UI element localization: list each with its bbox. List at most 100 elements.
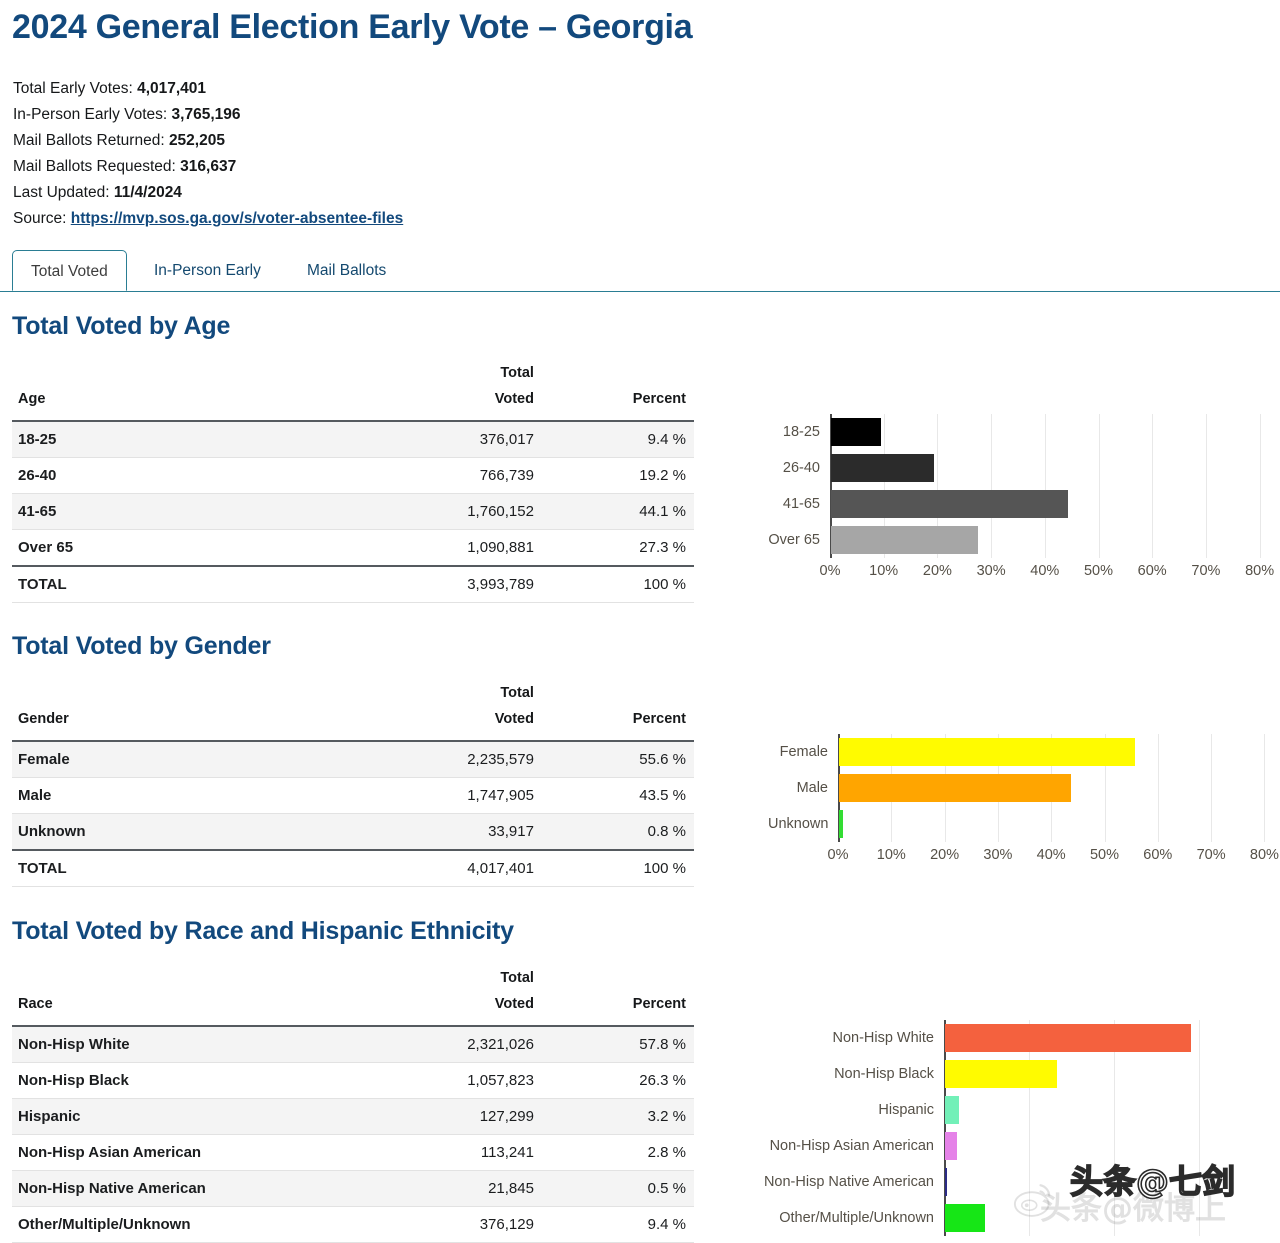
chart-tick-label: 40% [1015,563,1075,579]
row-voted: 127,299 [353,1099,544,1135]
row-voted: 33,917 [353,814,544,851]
row-label: Over 65 [12,530,353,567]
source-label: Source: [13,210,66,227]
chart-category-label: Hispanic [756,1100,934,1120]
row-label: Hispanic [12,1099,353,1135]
chart-bar [839,774,1071,802]
row-percent: 0.5 % [544,1171,694,1207]
race-chart-plot: Non-Hisp White Non-Hisp Black Hispanic Non-… [756,1014,1280,1231]
col-header-percent: Percent [544,963,694,1026]
chart-tick-label: 20% [907,563,967,579]
chart-gridline [991,414,992,558]
table-row: 18-25 376,017 9.4 % [12,421,694,458]
row-voted: 1,747,905 [353,778,544,814]
row-label: 26-40 [12,458,353,494]
row-percent: 3.2 % [544,1099,694,1135]
stat-value: 316,637 [180,158,236,175]
table-total-voted-by-race: Race Total Voted Percent Non-Hisp White … [12,963,694,1243]
chart-category-label: Unknown [768,814,828,834]
chart-category-label: Non-Hisp Native American [756,1172,934,1192]
chart-total-voted-by-age: 18-2526-4041-65Over 650%10%20%30%40%50%6… [760,408,1280,583]
table-row: 41-65 1,760,152 44.1 % [12,494,694,530]
col-header-age: Age [12,358,353,421]
row-label: Unknown [12,814,353,851]
chart-category-label: Non-Hisp Asian American [756,1136,934,1156]
col-header-percent: Percent [544,358,694,421]
summary-stats: Total Early Votes: 4,017,401 In-Person E… [13,76,403,232]
age-chart-plot: 18-2526-4041-65Over 650%10%20%30%40%50%6… [760,408,1280,583]
col-header-total-voted: Total Voted [353,963,544,1026]
chart-category-label: Non-Hisp White [756,1028,934,1048]
row-label: Non-Hisp Asian American [12,1135,353,1171]
table-row: Over 65 1,090,881 27.3 % [12,530,694,567]
table-total-row: TOTAL 3,993,789 100 % [12,566,694,603]
chart-bar [945,1204,985,1232]
row-percent: 0.8 % [544,814,694,851]
source-link[interactable]: https://mvp.sos.ga.gov/s/voter-absentee-… [71,210,403,227]
chart-bar [945,1168,947,1196]
chart-category-label: Other/Multiple/Unknown [756,1208,934,1228]
table-row: 26-40 766,739 19.2 % [12,458,694,494]
chart-gridline [1099,414,1100,558]
tab-bar: Total Voted In-Person Early Mail Ballots [0,250,1280,292]
table-row: Unknown 33,917 0.8 % [12,814,694,851]
table-header-row: Age Total Voted Percent [12,358,694,421]
stat-value: 3,765,196 [172,106,241,123]
total-label: TOTAL [12,566,353,603]
tab-mail-ballots[interactable]: Mail Ballots [289,250,404,291]
chart-tick-label: 10% [854,563,914,579]
row-voted: 1,057,823 [353,1063,544,1099]
stat-value: 4,017,401 [137,80,206,97]
stat-label: In-Person Early Votes: [13,106,167,123]
row-percent: 44.1 % [544,494,694,530]
stat-label: Mail Ballots Returned: [13,132,165,149]
chart-tick-label: 10% [861,847,921,863]
row-percent: 9.4 % [544,1207,694,1243]
table-header-row: Race Total Voted Percent [12,963,694,1026]
chart-bar [839,810,843,838]
stat-row: Mail Ballots Requested: 316,637 [13,154,403,180]
row-voted: 2,235,579 [353,741,544,778]
table-row: Hispanic 127,299 3.2 % [12,1099,694,1135]
table-row: Non-Hisp White 2,321,026 57.8 % [12,1026,694,1063]
row-label: Other/Multiple/Unknown [12,1207,353,1243]
chart-tick-label: 40% [1021,847,1081,863]
chart-tick-label: 60% [1122,563,1182,579]
chart-tick-label: 30% [961,563,1021,579]
table-row: Male 1,747,905 43.5 % [12,778,694,814]
stat-row: In-Person Early Votes: 3,765,196 [13,102,403,128]
chart-gridline [1199,1020,1200,1236]
table-total-voted-by-gender: Gender Total Voted Percent Female 2,235,… [12,678,694,887]
chart-category-label: 41-65 [760,494,820,514]
chart-gridline [1045,414,1046,558]
row-voted: 766,739 [353,458,544,494]
row-voted: 113,241 [353,1135,544,1171]
stat-label: Last Updated: [13,184,110,201]
table-total-row: TOTAL 4,017,401 100 % [12,850,694,887]
chart-tick-label: 0% [808,847,868,863]
table-row: Non-Hisp Native American 21,845 0.5 % [12,1171,694,1207]
row-voted: 2,321,026 [353,1026,544,1063]
tab-total-voted[interactable]: Total Voted [12,250,127,291]
stat-value: 11/4/2024 [114,184,182,201]
chart-category-label: Non-Hisp Black [756,1064,934,1084]
chart-total-voted-by-gender: FemaleMaleUnknown0%10%20%30%40%50%60%70%… [768,728,1280,866]
stat-label: Total Early Votes: [13,80,133,97]
heading-total-voted-by-race: Total Voted by Race and Hispanic Ethnici… [12,917,514,946]
tab-in-person-early[interactable]: In-Person Early [136,250,279,291]
chart-total-voted-by-race: Non-Hisp White Non-Hisp Black Hispanic Non-… [756,1014,1280,1231]
row-label: 41-65 [12,494,353,530]
chart-bar [945,1132,957,1160]
heading-total-voted-by-gender: Total Voted by Gender [12,632,271,661]
row-percent: 57.8 % [544,1026,694,1063]
chart-gridline [1211,734,1212,842]
row-percent: 43.5 % [544,778,694,814]
row-label: Male [12,778,353,814]
chart-category-label: Female [768,742,828,762]
row-voted: 376,129 [353,1207,544,1243]
row-label: Non-Hisp Native American [12,1171,353,1207]
row-voted: 21,845 [353,1171,544,1207]
chart-gridline [1158,734,1159,842]
total-voted: 4,017,401 [353,850,544,887]
chart-tick-label: 70% [1181,847,1241,863]
